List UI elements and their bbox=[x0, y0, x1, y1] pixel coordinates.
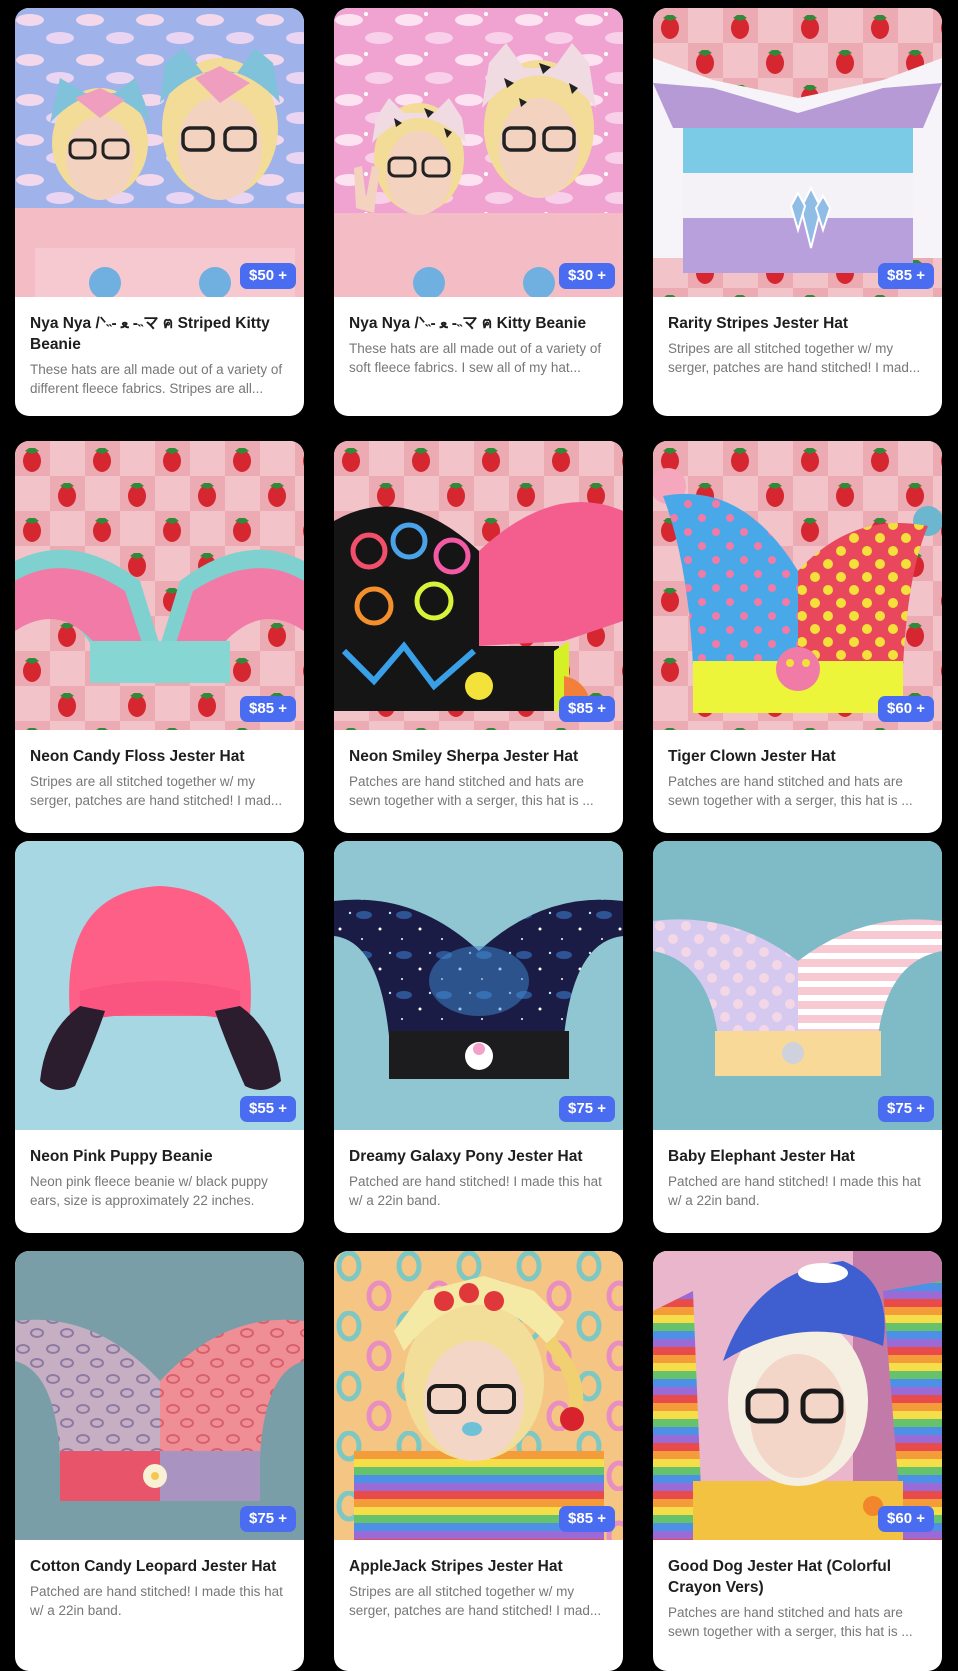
product-info: Cotton Candy Leopard Jester Hat Patched … bbox=[15, 1540, 304, 1634]
product-title[interactable]: Neon Smiley Sherpa Jester Hat bbox=[349, 746, 608, 767]
product-title[interactable]: Nya Nya /ᐠ˵- ﻌ -˵マ ฅ Striped Kitty Beani… bbox=[30, 313, 289, 355]
product-card[interactable]: $75 + Dreamy Galaxy Pony Jester Hat Patc… bbox=[334, 841, 623, 1233]
product-info: AppleJack Stripes Jester Hat Stripes are… bbox=[334, 1540, 623, 1634]
product-info: Tiger Clown Jester Hat Patches are hand … bbox=[653, 730, 942, 824]
photo-two-people-cow-print-kitty-beanies bbox=[334, 8, 623, 297]
price-badge: $75 + bbox=[240, 1506, 296, 1532]
product-description: Neon pink fleece beanie w/ black puppy e… bbox=[30, 1174, 268, 1208]
product-image[interactable]: $30 + bbox=[334, 8, 623, 297]
price-badge: $85 + bbox=[559, 1506, 615, 1532]
product-card[interactable]: $50 + Nya Nya /ᐠ˵- ﻌ -˵マ ฅ Striped Kitty… bbox=[15, 8, 304, 416]
photo-person-good-dog-jester-hat bbox=[653, 1251, 942, 1540]
product-card[interactable]: $85 + Neon Candy Floss Jester Hat Stripe… bbox=[15, 441, 304, 833]
product-card[interactable]: $30 + Nya Nya /ᐠ˵- ﻌ -˵マ ฅ Kitty Beanie … bbox=[334, 8, 623, 416]
product-description: Stripes are all stitched together w/ my … bbox=[668, 341, 921, 375]
price-badge: $85 + bbox=[559, 696, 615, 722]
product-title[interactable]: Neon Candy Floss Jester Hat bbox=[30, 746, 289, 767]
photo-neon-pink-puppy-beanie bbox=[15, 841, 304, 1130]
price-badge: $75 + bbox=[878, 1096, 934, 1122]
product-description: Patched are hand stitched! I made this h… bbox=[668, 1174, 921, 1208]
product-card[interactable]: $60 + Good Dog Jester Hat (Colorful Cray… bbox=[653, 1251, 942, 1671]
product-image[interactable]: $75 + bbox=[653, 841, 942, 1130]
product-description: Patches are hand stitched and hats are s… bbox=[349, 774, 594, 808]
product-title[interactable]: Rarity Stripes Jester Hat bbox=[668, 313, 927, 334]
product-title[interactable]: Neon Pink Puppy Beanie bbox=[30, 1146, 289, 1167]
product-image[interactable]: $85 + bbox=[15, 441, 304, 730]
photo-pastel-elephant-jester-hat bbox=[653, 841, 942, 1130]
product-image[interactable]: $75 + bbox=[334, 841, 623, 1130]
product-image[interactable]: $55 + bbox=[15, 841, 304, 1130]
product-description: Patched are hand stitched! I made this h… bbox=[30, 1584, 283, 1618]
product-description: Patches are hand stitched and hats are s… bbox=[668, 774, 913, 808]
product-title[interactable]: Dreamy Galaxy Pony Jester Hat bbox=[349, 1146, 608, 1167]
price-badge: $50 + bbox=[240, 263, 296, 289]
product-description: Stripes are all stitched together w/ my … bbox=[30, 774, 283, 808]
price-badge: $75 + bbox=[559, 1096, 615, 1122]
product-card[interactable]: $85 + Rarity Stripes Jester Hat Stripes … bbox=[653, 8, 942, 416]
product-description: Stripes are all stitched together w/ my … bbox=[349, 1584, 602, 1618]
product-info: Dreamy Galaxy Pony Jester Hat Patched ar… bbox=[334, 1130, 623, 1224]
product-card[interactable]: $85 + AppleJack Stripes Jester Hat Strip… bbox=[334, 1251, 623, 1671]
product-title[interactable]: Baby Elephant Jester Hat bbox=[668, 1146, 927, 1167]
product-card[interactable]: $55 + Neon Pink Puppy Beanie Neon pink f… bbox=[15, 841, 304, 1233]
product-title[interactable]: AppleJack Stripes Jester Hat bbox=[349, 1556, 608, 1577]
product-title[interactable]: Cotton Candy Leopard Jester Hat bbox=[30, 1556, 289, 1577]
product-description: Patches are hand stitched and hats are s… bbox=[668, 1605, 913, 1639]
product-info: Nya Nya /ᐠ˵- ﻌ -˵マ ฅ Striped Kitty Beani… bbox=[15, 297, 304, 412]
price-badge: $30 + bbox=[559, 263, 615, 289]
product-image[interactable]: $85 + bbox=[334, 1251, 623, 1540]
photo-two-people-striped-kitty-beanies bbox=[15, 8, 304, 297]
photo-galaxy-pony-jester-hat bbox=[334, 841, 623, 1130]
price-badge: $55 + bbox=[240, 1096, 296, 1122]
product-description: Patched are hand stitched! I made this h… bbox=[349, 1174, 602, 1208]
product-card[interactable]: $75 + Cotton Candy Leopard Jester Hat Pa… bbox=[15, 1251, 304, 1671]
photo-person-applejack-jester-hat bbox=[334, 1251, 623, 1540]
product-info: Nya Nya /ᐠ˵- ﻌ -˵マ ฅ Kitty Beanie These … bbox=[334, 297, 623, 391]
product-description: These hats are all made out of a variety… bbox=[30, 362, 283, 396]
photo-polka-dot-tiger-jester-hat bbox=[653, 441, 942, 730]
product-image[interactable]: $50 + bbox=[15, 8, 304, 297]
product-image[interactable]: $60 + bbox=[653, 441, 942, 730]
price-badge: $60 + bbox=[878, 696, 934, 722]
photo-pink-teal-jester-hat bbox=[15, 441, 304, 730]
product-title[interactable]: Good Dog Jester Hat (Colorful Crayon Ver… bbox=[668, 1556, 927, 1598]
product-card[interactable]: $75 + Baby Elephant Jester Hat Patched a… bbox=[653, 841, 942, 1233]
price-badge: $85 + bbox=[240, 696, 296, 722]
product-title[interactable]: Nya Nya /ᐠ˵- ﻌ -˵マ ฅ Kitty Beanie bbox=[349, 313, 608, 334]
product-info: Neon Smiley Sherpa Jester Hat Patches ar… bbox=[334, 730, 623, 824]
photo-leopard-jester-hat bbox=[15, 1251, 304, 1540]
product-image[interactable]: $85 + bbox=[334, 441, 623, 730]
price-badge: $85 + bbox=[878, 263, 934, 289]
product-image[interactable]: $75 + bbox=[15, 1251, 304, 1540]
product-info: Neon Candy Floss Jester Hat Stripes are … bbox=[15, 730, 304, 824]
product-card[interactable]: $85 + Neon Smiley Sherpa Jester Hat Patc… bbox=[334, 441, 623, 833]
photo-smiley-sherpa-jester-hat bbox=[334, 441, 623, 730]
product-image[interactable]: $85 + bbox=[653, 8, 942, 297]
product-title[interactable]: Tiger Clown Jester Hat bbox=[668, 746, 927, 767]
photo-purple-blue-white-striped-jester-hat bbox=[653, 8, 942, 297]
product-info: Baby Elephant Jester Hat Patched are han… bbox=[653, 1130, 942, 1224]
product-image[interactable]: $60 + bbox=[653, 1251, 942, 1540]
product-card[interactable]: $60 + Tiger Clown Jester Hat Patches are… bbox=[653, 441, 942, 833]
price-badge: $60 + bbox=[878, 1506, 934, 1532]
product-description: These hats are all made out of a variety… bbox=[349, 341, 602, 375]
product-info: Rarity Stripes Jester Hat Stripes are al… bbox=[653, 297, 942, 391]
product-info: Good Dog Jester Hat (Colorful Crayon Ver… bbox=[653, 1540, 942, 1655]
product-info: Neon Pink Puppy Beanie Neon pink fleece … bbox=[15, 1130, 304, 1224]
